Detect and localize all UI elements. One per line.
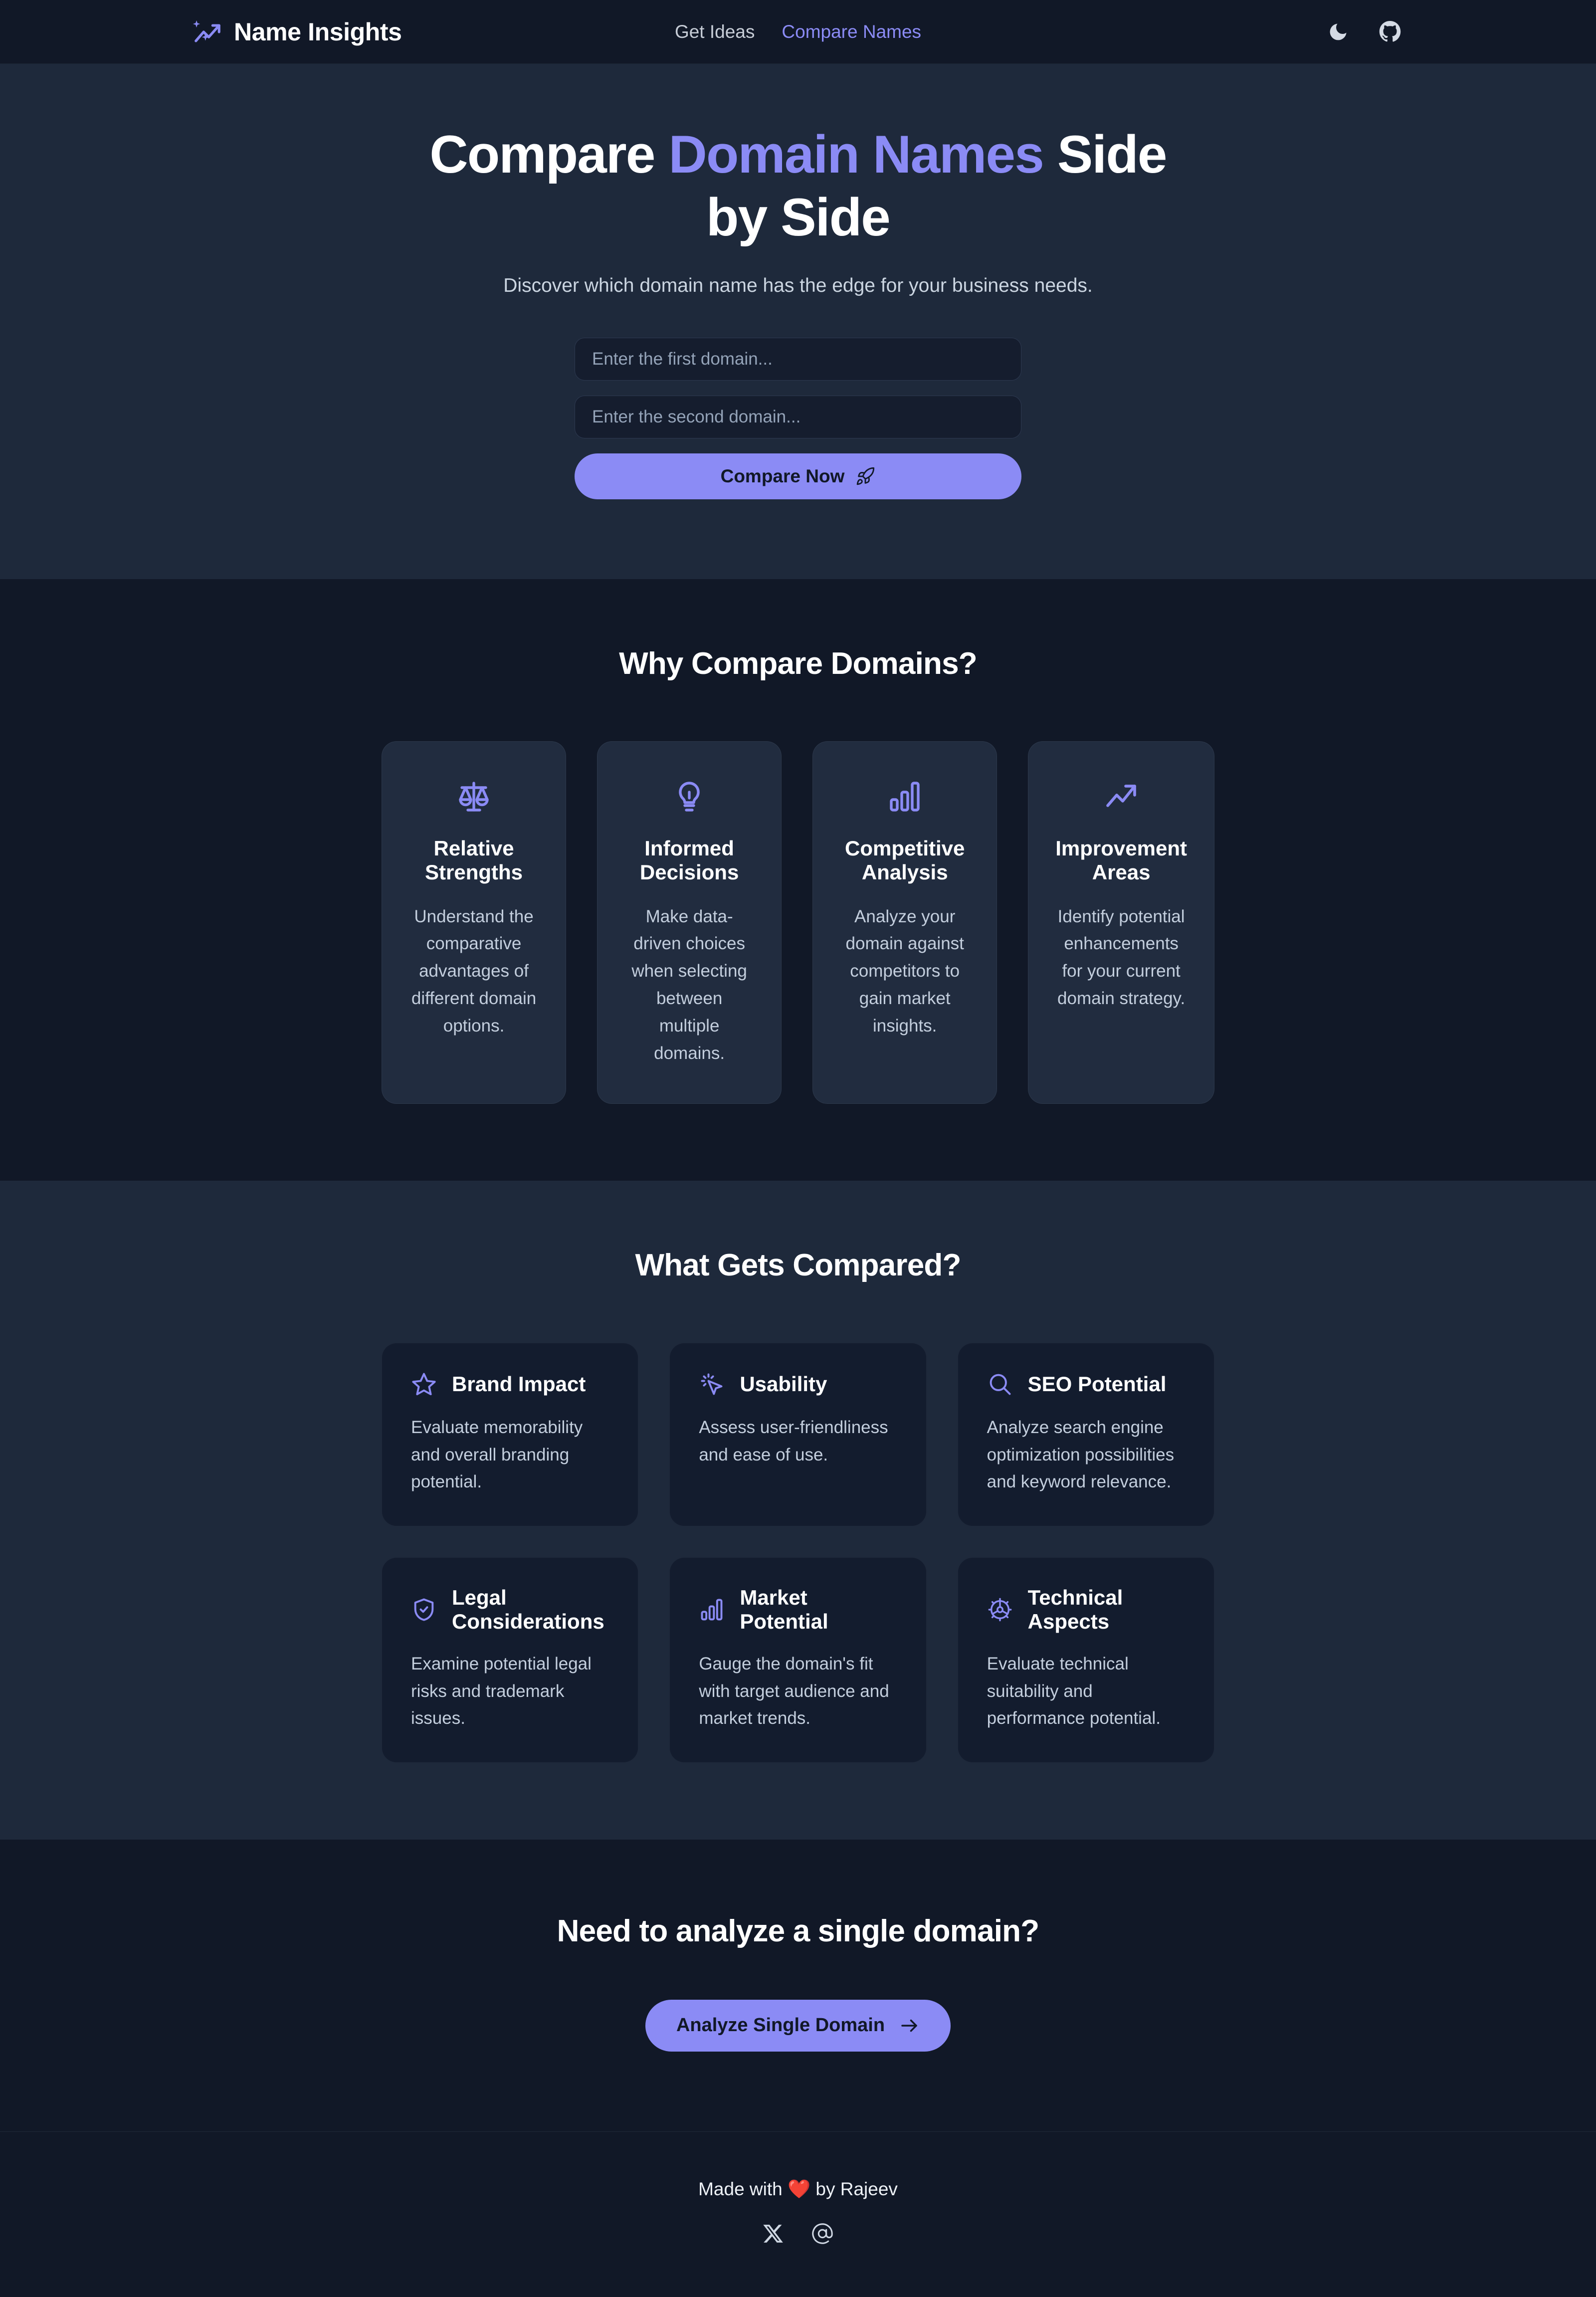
why-card-title: Competitive Analysis xyxy=(845,836,965,884)
bar-chart-icon xyxy=(887,779,923,815)
why-card-desc: Analyze your domain against competitors … xyxy=(845,906,964,1036)
compare-card-legal-considerations: Legal Considerations Examine potential l… xyxy=(382,1557,639,1763)
cta-section: Need to analyze a single domain? Analyze… xyxy=(0,1839,1596,2131)
first-domain-input[interactable] xyxy=(575,337,1021,381)
compare-card-desc: Analyze search engine optimization possi… xyxy=(987,1418,1175,1492)
why-card-desc: Identify potential enhancements for your… xyxy=(1057,906,1186,1009)
nav-link-compare-names[interactable]: Compare Names xyxy=(782,21,921,42)
lightbulb-icon xyxy=(671,779,707,815)
star-icon xyxy=(411,1371,437,1397)
scales-icon xyxy=(456,779,492,815)
why-card-title: Improvement Areas xyxy=(1055,836,1187,884)
sparkle-trending-up-icon xyxy=(192,16,223,47)
why-card-improvement-areas: Improvement Areas Identify potential enh… xyxy=(1028,741,1214,1104)
compare-card-title: Usability xyxy=(740,1372,827,1396)
cursor-click-icon xyxy=(699,1371,725,1397)
footer-credit-suffix: by Rajeev xyxy=(810,2178,898,2199)
compare-card-title: Legal Considerations xyxy=(452,1585,604,1633)
email-link-button[interactable] xyxy=(811,2222,834,2245)
moon-icon xyxy=(1327,21,1349,43)
analyze-single-domain-label: Analyze Single Domain xyxy=(676,2015,885,2036)
compare-card-technical-aspects: Technical Aspects Evaluate technical sui… xyxy=(957,1557,1214,1763)
nav-actions xyxy=(1324,18,1404,46)
shield-check-icon xyxy=(411,1597,437,1623)
footer-credit: Made with ❤️ by Rajeev xyxy=(0,2179,1596,2200)
brand-logo-link[interactable]: Name Insights xyxy=(192,16,402,47)
why-compare-grid: Relative Strengths Understand the compar… xyxy=(382,741,1214,1104)
search-icon xyxy=(987,1371,1013,1397)
compare-card-title: Brand Impact xyxy=(452,1372,586,1396)
compare-card-title: Market Potential xyxy=(740,1585,828,1633)
brand-name: Name Insights xyxy=(234,17,402,46)
compare-card-title: SEO Potential xyxy=(1027,1372,1167,1396)
footer-social-links xyxy=(0,2222,1596,2245)
page-footer: Made with ❤️ by Rajeev xyxy=(0,2131,1596,2297)
hero-subtitle: Discover which domain name has the edge … xyxy=(503,274,1093,296)
hero-section: Compare Domain Names Side by Side Discov… xyxy=(0,64,1596,579)
compare-card-title: Technical Aspects xyxy=(1027,1585,1123,1633)
cta-title: Need to analyze a single domain? xyxy=(557,1913,1039,1948)
why-compare-title: Why Compare Domains? xyxy=(619,646,978,681)
why-card-desc: Understand the comparative advantages of… xyxy=(411,906,537,1036)
compare-form: Compare Now xyxy=(575,337,1021,499)
compare-card-desc: Evaluate technical suitability and perfo… xyxy=(987,1654,1161,1728)
at-email-icon xyxy=(811,2222,834,2245)
why-card-competitive-analysis: Competitive Analysis Analyze your domain… xyxy=(812,741,998,1104)
x-twitter-icon xyxy=(762,2223,784,2245)
why-compare-section: Why Compare Domains? Relative Strengths xyxy=(0,579,1596,1181)
primary-nav: Get Ideas Compare Names xyxy=(675,21,921,42)
github-link-button[interactable] xyxy=(1376,18,1404,46)
nav-link-get-ideas[interactable]: Get Ideas xyxy=(675,21,755,42)
bar-chart-icon xyxy=(699,1597,725,1623)
compare-card-seo-potential: SEO Potential Analyze search engine opti… xyxy=(957,1343,1214,1526)
compare-card-desc: Assess user-friendliness and ease of use… xyxy=(699,1418,888,1464)
why-card-title: Relative Strengths xyxy=(425,836,523,884)
hero-title-part1: Compare xyxy=(429,124,669,184)
rocket-icon xyxy=(855,466,875,486)
trending-up-icon xyxy=(1103,779,1139,815)
why-card-title: Informed Decisions xyxy=(639,836,739,884)
why-card-informed-decisions: Informed Decisions Make data-driven choi… xyxy=(597,741,782,1104)
github-icon xyxy=(1379,20,1401,43)
what-gets-compared-title: What Gets Compared? xyxy=(635,1248,961,1283)
theme-toggle-button[interactable] xyxy=(1324,18,1352,46)
compare-card-brand-impact: Brand Impact Evaluate memorability and o… xyxy=(382,1343,639,1526)
compare-now-label: Compare Now xyxy=(720,465,845,486)
compare-card-desc: Examine potential legal risks and tradem… xyxy=(411,1654,592,1728)
heart-icon: ❤️ xyxy=(788,2178,811,2199)
why-card-relative-strengths: Relative Strengths Understand the compar… xyxy=(382,741,567,1104)
gear-icon xyxy=(987,1597,1013,1623)
top-navbar: Name Insights Get Ideas Compare Names xyxy=(0,0,1596,64)
second-domain-input[interactable] xyxy=(575,395,1021,438)
compare-card-usability: Usability Assess user-friendliness and e… xyxy=(669,1343,927,1526)
compare-card-market-potential: Market Potential Gauge the domain's fit … xyxy=(669,1557,927,1763)
arrow-right-icon xyxy=(899,2015,920,2036)
x-twitter-link-button[interactable] xyxy=(762,2223,784,2245)
hero-title-accent: Domain Names xyxy=(668,124,1044,184)
compare-now-button[interactable]: Compare Now xyxy=(575,453,1021,499)
what-gets-compared-section: What Gets Compared? Brand Impact Evaluat… xyxy=(0,1181,1596,1840)
compare-card-desc: Gauge the domain's fit with target audie… xyxy=(699,1654,889,1728)
compare-card-desc: Evaluate memorability and overall brandi… xyxy=(411,1418,583,1492)
what-gets-compared-grid: Brand Impact Evaluate memorability and o… xyxy=(382,1343,1214,1763)
why-card-desc: Make data-driven choices when selecting … xyxy=(631,906,747,1063)
analyze-single-domain-button[interactable]: Analyze Single Domain xyxy=(645,1999,951,2052)
page-title: Compare Domain Names Side by Side xyxy=(409,123,1187,249)
footer-credit-prefix: Made with xyxy=(698,2178,788,2199)
